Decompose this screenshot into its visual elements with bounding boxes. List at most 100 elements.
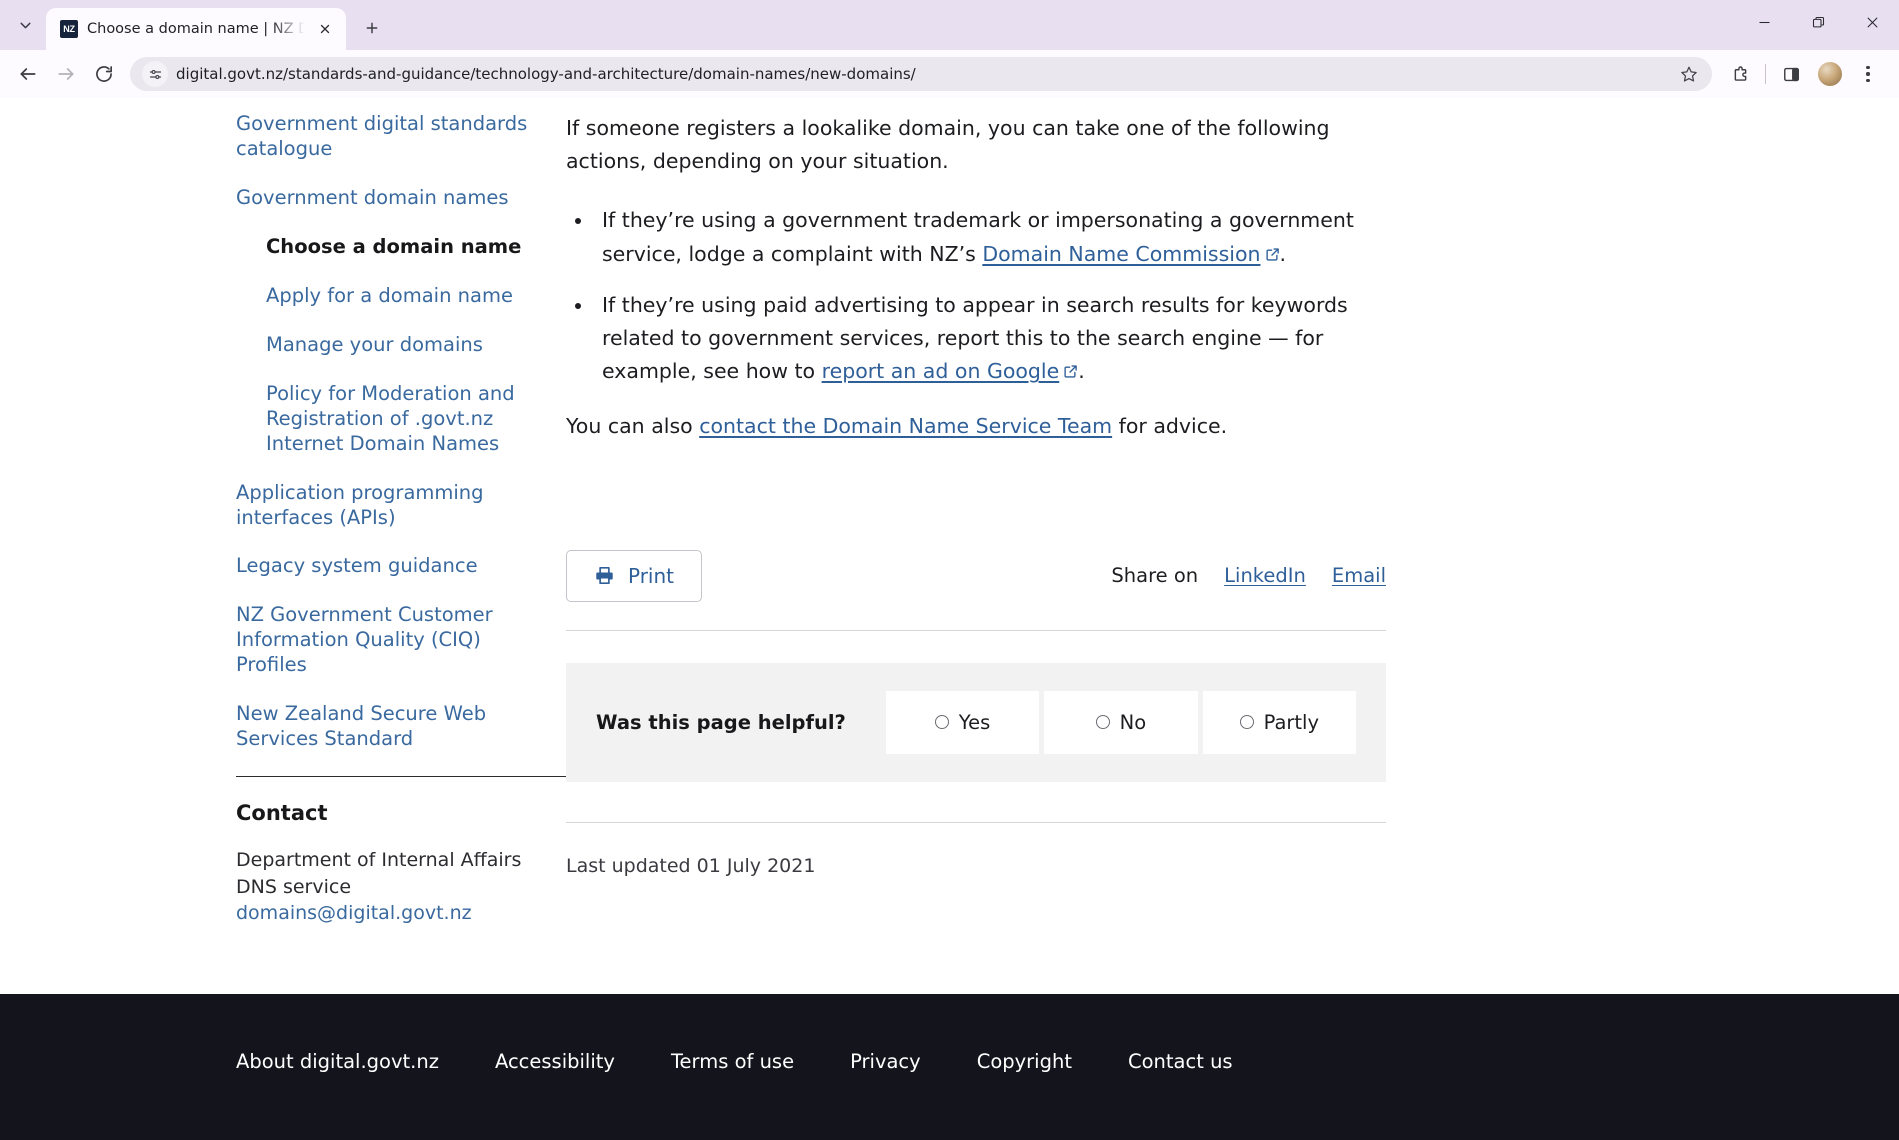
sidebar-item-ciq-profiles[interactable]: NZ Government Customer Information Quali…	[236, 603, 536, 678]
feedback-options: Yes No Partly	[885, 690, 1356, 754]
chrome-menu-button[interactable]	[1851, 57, 1885, 91]
forward-arrow-icon	[58, 68, 74, 80]
sidebar-divider	[236, 776, 566, 778]
tab-strip: NZ Choose a domain name | NZ Di	[0, 0, 1899, 50]
side-panel-button[interactable]	[1773, 56, 1809, 92]
browser-toolbar: digital.govt.nz/standards-and-guidance/t…	[0, 50, 1899, 98]
profile-avatar[interactable]	[1818, 62, 1842, 86]
footer-link-about[interactable]: About digital.govt.nz	[236, 1050, 439, 1073]
dot	[1866, 65, 1870, 70]
link-label: report an ad on Google	[821, 359, 1060, 384]
sidebar-item-legacy-system-guidance[interactable]: Legacy system guidance	[236, 554, 536, 579]
main-content: If someone registers a lookalike domain,…	[566, 112, 1386, 994]
browser-window: NZ Choose a domain name | NZ Di digital.…	[0, 0, 1899, 1140]
bullet1-text-after: .	[1279, 241, 1287, 266]
close-icon	[1867, 17, 1877, 27]
report-ad-google-link[interactable]: report an ad on Google	[822, 359, 1079, 383]
footer-link-terms-of-use[interactable]: Terms of use	[671, 1050, 794, 1073]
sidebar-item-government-domain-names[interactable]: Government domain names	[236, 186, 536, 211]
extensions-button[interactable]	[1722, 56, 1758, 92]
browser-tab[interactable]: NZ Choose a domain name | NZ Di	[46, 8, 346, 50]
share-email-link[interactable]: Email	[1332, 564, 1386, 587]
restore-icon	[1812, 16, 1824, 27]
site-settings-button[interactable]	[142, 61, 168, 87]
minimize-icon	[1759, 21, 1769, 23]
sidebar-item-standards-catalogue[interactable]: Government digital standards catalogue	[236, 112, 536, 162]
share-label: Share on	[1111, 564, 1199, 588]
sidebar-item-manage-your-domains[interactable]: Manage your domains	[266, 333, 536, 358]
feedback-question: Was this page helpful?	[596, 710, 846, 734]
print-button[interactable]: Print	[566, 549, 703, 602]
radio-icon[interactable]	[1095, 715, 1110, 730]
feedback-panel: Was this page helpful? Yes No Partly	[566, 662, 1386, 782]
chevron-down-icon	[19, 22, 31, 28]
bookmark-button[interactable]	[1674, 59, 1704, 89]
new-tab-button[interactable]	[354, 10, 390, 46]
share-linkedin-link[interactable]: LinkedIn	[1224, 564, 1306, 587]
dot	[1866, 72, 1870, 76]
external-link-icon	[1063, 364, 1078, 379]
close-icon	[320, 24, 330, 34]
minimize-button[interactable]	[1737, 0, 1791, 44]
sidebar-item-apis[interactable]: Application programming interfaces (APIs…	[236, 481, 536, 531]
tab-search-button[interactable]	[8, 8, 42, 42]
external-link-icon	[1265, 247, 1280, 262]
reload-button[interactable]	[86, 56, 122, 92]
feedback-option-no[interactable]: No	[1044, 690, 1198, 754]
forward-button[interactable]	[48, 56, 84, 92]
window-controls	[1737, 0, 1899, 44]
site-settings-icon	[149, 69, 161, 79]
link-label: Domain Name Commission	[982, 241, 1261, 266]
print-label: Print	[628, 563, 675, 588]
dot	[1866, 78, 1870, 83]
footer-link-copyright[interactable]: Copyright	[977, 1050, 1072, 1073]
contact-dns-team-link[interactable]: contact the Domain Name Service Team	[699, 414, 1112, 438]
sidebar-item-secure-web-services-standard[interactable]: New Zealand Secure Web Services Standard	[236, 702, 536, 752]
page-tools-row: Print Share on LinkedIn Email	[566, 549, 1386, 631]
close-tab-button[interactable]	[314, 18, 336, 40]
list-item: If they’re using a government trademark …	[594, 204, 1386, 270]
closing-text-after: for advice.	[1112, 414, 1228, 439]
footer-link-contact-us[interactable]: Contact us	[1128, 1050, 1233, 1073]
footer-link-accessibility[interactable]: Accessibility	[495, 1050, 615, 1073]
sidebar-item-apply-for-a-domain-name[interactable]: Apply for a domain name	[266, 284, 536, 309]
site-footer: About digital.govt.nz Accessibility Term…	[0, 994, 1899, 1140]
section-navigation: Government digital standards catalogue G…	[236, 112, 566, 994]
maximize-button[interactable]	[1791, 0, 1845, 44]
contact-service: DNS service	[236, 875, 352, 898]
closing-text-before: You can also	[566, 414, 700, 439]
printer-icon	[596, 567, 613, 585]
list-item: If they’re using paid advertising to app…	[594, 289, 1386, 389]
closing-paragraph: You can also contact the Domain Name Ser…	[566, 410, 1386, 443]
close-window-button[interactable]	[1845, 0, 1899, 44]
sidebar-item-choose-a-domain-name[interactable]: Choose a domain name	[266, 235, 536, 260]
bullet2-text-after: .	[1078, 359, 1085, 384]
radio-icon[interactable]	[934, 715, 949, 730]
side-panel-icon	[1783, 67, 1799, 81]
option-label: No	[1119, 710, 1147, 734]
back-arrow-icon	[20, 68, 36, 80]
address-bar[interactable]: digital.govt.nz/standards-and-guidance/t…	[130, 57, 1712, 91]
actions-list: If they’re using a government trademark …	[594, 204, 1386, 388]
contact-email-link[interactable]: domains@digital.govt.nz	[236, 900, 472, 927]
page-body: Government digital standards catalogue G…	[0, 98, 1899, 994]
star-icon	[1681, 66, 1697, 82]
tab-title: Choose a domain name | NZ Di	[87, 21, 305, 37]
sidebar-item-policy-moderation-registration[interactable]: Policy for Moderation and Registration o…	[266, 382, 536, 457]
contact-department: Department of Internal Affairs	[236, 849, 522, 872]
feedback-option-partly[interactable]: Partly	[1202, 690, 1356, 754]
footer-link-privacy[interactable]: Privacy	[850, 1050, 921, 1073]
option-label: Yes	[958, 710, 991, 734]
last-updated-text: Last updated 01 July 2021	[566, 821, 1386, 877]
nz-logo-icon: NZ	[60, 20, 78, 38]
contact-heading: Contact	[236, 801, 328, 826]
share-group: Share on LinkedIn Email	[1111, 564, 1386, 587]
feedback-option-yes[interactable]: Yes	[885, 690, 1040, 754]
back-button[interactable]	[10, 56, 46, 92]
option-label: Partly	[1263, 710, 1320, 734]
intro-paragraph: If someone registers a lookalike domain,…	[566, 116, 1330, 174]
plus-icon	[366, 22, 378, 34]
domain-name-commission-link[interactable]: Domain Name Commission	[982, 242, 1279, 266]
toolbar-divider	[1765, 64, 1766, 84]
radio-icon[interactable]	[1239, 715, 1254, 730]
